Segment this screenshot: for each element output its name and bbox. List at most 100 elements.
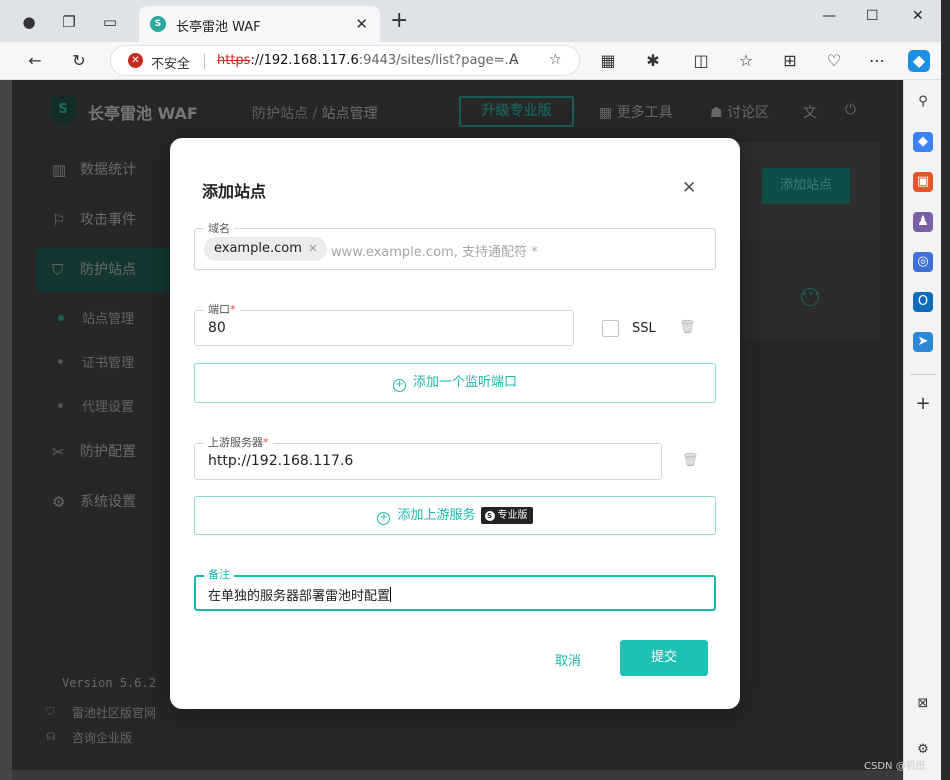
desktop-background [941, 0, 950, 780]
discussion-label: 讨论区 [727, 105, 770, 121]
cancel-button[interactable]: 取消 [555, 650, 581, 669]
breadcrumb-current: 站点管理 [321, 106, 378, 122]
url-host: ://192.168.117.6 [250, 53, 359, 68]
favorites-icon[interactable]: ☆ [735, 50, 757, 72]
sidebar-subitem-certificates[interactable]: 证书管理 [82, 352, 134, 371]
language-icon[interactable]: 文 [803, 102, 817, 122]
browser-tab-bar: ● ❐ ▭ S 长亭雷池 WAF ✕ + — ☐ ✕ [0, 0, 950, 42]
send-icon[interactable]: ➤ [913, 332, 933, 352]
upgrade-pro-button[interactable]: 升级专业版 [459, 96, 574, 127]
pro-badge: S 专业版 [480, 507, 533, 524]
pro-badge-icon: S [484, 511, 495, 521]
workspaces-icon[interactable]: ❐ [59, 12, 79, 32]
remark-text: 在单独的服务器部署雷池时配置 [208, 589, 391, 604]
profile-icon[interactable]: ● [19, 12, 39, 32]
window-close-icon[interactable]: ✕ [912, 8, 924, 24]
more-menu-icon[interactable]: ⋯ [866, 50, 888, 72]
tag-icon[interactable]: ◆ [913, 132, 933, 152]
address-bar[interactable]: ✕ 不安全 https://192.168.117.6:9443/sites/l… [110, 45, 580, 76]
gear-icon: ⚙ [52, 493, 66, 511]
tab-close-icon[interactable]: ✕ [355, 15, 368, 33]
enterprise-consult-link[interactable]: 咨询企业版 [72, 729, 132, 746]
tab-title: 长亭雷池 WAF [176, 20, 261, 35]
browser-tab-active[interactable]: S 长亭雷池 WAF ✕ [139, 6, 380, 42]
split-screen-icon[interactable]: ◫ [690, 50, 712, 72]
submit-button[interactable]: 提交 [620, 640, 708, 676]
search-icon[interactable]: ⚲ [913, 92, 933, 112]
plus-circle-icon: + [392, 379, 406, 392]
copilot-icon[interactable]: ◆ [908, 50, 930, 72]
waf-logo-icon: S [50, 96, 76, 124]
shield-icon: ⛉ [52, 261, 64, 279]
ssl-checkbox[interactable] [602, 320, 619, 337]
domain-chip[interactable]: example.com ✕ [204, 237, 327, 261]
logout-icon[interactable]: ⏻ [845, 102, 856, 118]
back-icon[interactable]: ← [24, 50, 46, 72]
url-scheme: https [217, 53, 251, 68]
headset-icon: ☊ [46, 730, 56, 743]
vertical-tabs-icon[interactable]: ▭ [100, 12, 120, 32]
ssl-label: SSL [632, 321, 656, 336]
sidebar-item-label: 攻击事件 [80, 212, 136, 228]
upgrade-label: 升级专业版 [481, 103, 552, 119]
upstream-value: http://192.168.117.6 [208, 453, 354, 469]
m365-icon[interactable]: ◎ [913, 252, 933, 272]
toolbox-icon[interactable]: ▣ [913, 172, 933, 192]
pro-badge-label: 专业版 [497, 510, 528, 521]
row-more-icon[interactable]: ••• [801, 288, 820, 306]
waf-favicon-icon: S [150, 16, 166, 32]
extensions-icon[interactable]: ✱ [642, 50, 664, 72]
plus-circle-icon: + [377, 512, 391, 525]
community-site-link[interactable]: 雷池社区版官网 [72, 704, 156, 721]
breadcrumb-parent[interactable]: 防护站点 [252, 106, 308, 122]
new-tab-icon[interactable]: + [390, 10, 408, 32]
version-text: Version 5.6.2 [62, 676, 156, 690]
subitem-dot [58, 403, 63, 408]
add-sidebar-app-icon[interactable]: + [913, 394, 933, 414]
add-upstream-button[interactable]: + 添加上游服务 S 专业版 [194, 496, 716, 535]
more-tools-link[interactable]: ▦ 更多工具 [599, 102, 673, 122]
read-aloud-icon[interactable]: A [509, 52, 519, 68]
games-icon[interactable]: ♟ [913, 212, 933, 232]
subitem-dot [58, 359, 63, 364]
upstream-label-text: 上游服务器 [208, 436, 263, 449]
url-rest: :9443/sites/list?page=... [358, 53, 517, 68]
port-label: 端口* [204, 301, 240, 317]
dialog-title: 添加站点 [202, 182, 267, 201]
add-site-button[interactable]: 添加站点 [762, 168, 850, 204]
remark-value: 在单独的服务器部署雷池时配置 [208, 585, 392, 604]
minimize-icon[interactable]: — [822, 8, 836, 24]
domain-field[interactable]: example.com ✕ www.example.com, 支持通配符 * [194, 228, 716, 270]
delete-port-icon[interactable]: 🗑 [679, 320, 696, 335]
screenshot-icon[interactable]: ⊠ [913, 694, 933, 714]
outlook-icon[interactable]: O [913, 292, 933, 312]
discussion-link[interactable]: ☗ 讨论区 [710, 102, 769, 122]
qr-code-icon[interactable]: ▦ [597, 50, 619, 72]
performance-icon[interactable]: ♡ [823, 50, 845, 72]
url-text[interactable]: https://192.168.117.6:9443/sites/list?pa… [217, 53, 517, 68]
refresh-icon[interactable]: ↻ [68, 50, 90, 72]
add-port-label: 添加一个监听端口 [412, 375, 517, 390]
sidebar-subitem-proxy[interactable]: 代理设置 [82, 396, 134, 415]
desktop-background-left [0, 80, 12, 780]
favorite-star-icon[interactable]: ☆ [549, 52, 562, 68]
collections-icon[interactable]: ⊞ [779, 50, 801, 72]
maximize-icon[interactable]: ☐ [866, 8, 879, 24]
chip-remove-icon[interactable]: ✕ [305, 242, 317, 255]
dialog-close-icon[interactable]: ✕ [682, 178, 696, 198]
upstream-label: 上游服务器* [204, 434, 273, 450]
sidebar-subitem-site-management[interactable]: 站点管理 [82, 308, 134, 327]
add-upstream-label: 添加上游服务 [397, 508, 476, 523]
add-listen-port-button[interactable]: + 添加一个监听端口 [194, 363, 716, 403]
remark-input[interactable]: 在单独的服务器部署雷池时配置 [194, 575, 716, 611]
required-mark: * [263, 436, 269, 449]
port-label-text: 端口 [208, 303, 230, 316]
app-logo-text: 长亭雷池 WAF [88, 104, 198, 123]
tools-icon: ✂ [52, 443, 65, 461]
shield-small-icon: ⛉ [46, 705, 55, 718]
delete-upstream-icon[interactable]: 🗑 [682, 453, 699, 468]
port-input[interactable]: 80 [194, 310, 574, 346]
subitem-dot [58, 315, 64, 321]
insecure-label: 不安全 [151, 57, 191, 72]
domain-chip-label: example.com [214, 241, 302, 256]
